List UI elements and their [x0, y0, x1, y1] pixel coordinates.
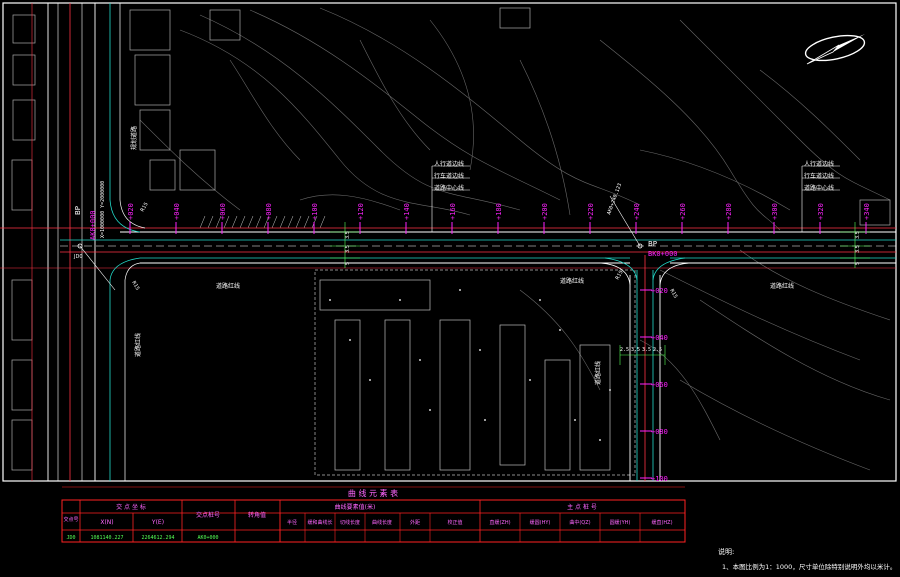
col-station-header: 交点桩号 [196, 511, 220, 519]
area-label: 道路红线 [594, 361, 602, 385]
col-y-header: Y(E) [151, 519, 164, 526]
station-label: +020 [127, 203, 135, 220]
col-coord-header: 交 点 坐 标 [116, 503, 146, 511]
branch-width-dim: 2.5 [620, 347, 629, 353]
station-label: +320 [817, 203, 825, 220]
col-x-header: X(N) [100, 519, 113, 526]
branch-width-dim: 3.5 [642, 347, 651, 353]
area-label: 规划道路 [130, 126, 138, 150]
col-elements-header: 曲线要素值(米) [335, 503, 376, 511]
notes-line-1: 1、本图比例为1：1000，尺寸单位除特别说明外均以米计。 [722, 562, 896, 571]
col-main-points-header: 主 点 桩 号 [567, 503, 597, 511]
element-header: 校正值 [447, 519, 462, 526]
width-dim: 5 [345, 262, 351, 265]
station-label: +180 [495, 203, 503, 220]
branch-chainage: BK0+000 [648, 250, 678, 258]
notes-title: 说明: [718, 547, 734, 556]
branch-station-label: +060 [651, 381, 668, 389]
element-header: 半径 [287, 519, 297, 526]
branch-station-label: +080 [651, 428, 668, 436]
branch-width-dim: 2.5 [653, 347, 662, 353]
station-label: +280 [725, 203, 733, 220]
branch-station-label: +040 [651, 334, 668, 342]
width-dim: 3.5 [855, 245, 861, 253]
jd0-label: JD0 [73, 254, 83, 260]
station-label: +140 [403, 203, 411, 220]
cad-drawing: +020 +040 +060 +080 +100 +120 +140 +160 +180 +200… [0, 0, 900, 577]
branch-bp: BP [648, 240, 657, 248]
width-dim: 3.5 [345, 231, 351, 239]
main-start-coord: X=1000000 Y=2000000 [100, 181, 106, 238]
station-label: +080 [265, 203, 273, 220]
cross-section-label: 道路中心线 [804, 184, 834, 192]
main-start-bp: BP [74, 206, 82, 215]
main-point-header: 缓圆(HY) [530, 519, 551, 526]
cross-section-label: 行车道边线 [434, 172, 464, 180]
width-dim: 3.5 [855, 231, 861, 239]
main-point-header: 直缓(ZH) [489, 519, 510, 526]
cross-section-label: 人行道边线 [434, 160, 464, 168]
area-label: 道路红线 [134, 333, 142, 357]
station-label: +040 [173, 203, 181, 220]
width-dim: 5 [855, 262, 861, 265]
main-point-header: 圆缓(YH) [610, 519, 631, 526]
station-label: +220 [587, 203, 595, 220]
row-station: AK0+000 [197, 535, 218, 541]
cross-section-label: 道路中心线 [434, 184, 464, 192]
col-jd-header: 交点号 [63, 516, 78, 523]
station-label: +200 [541, 203, 549, 220]
cross-section-label: 行车道边线 [804, 172, 834, 180]
row-jd: JD0 [66, 535, 75, 541]
area-label: 道路红线 [770, 282, 794, 290]
area-label: 道路红线 [560, 277, 584, 285]
station-label: +260 [679, 203, 687, 220]
row-x: 1081140.227 [90, 535, 123, 541]
element-header: 切线长度 [340, 519, 360, 526]
main-point-header: 缓直(HZ) [651, 519, 672, 526]
main-start-chainage: AK0+000 [89, 210, 97, 240]
element-header: 外距 [410, 519, 420, 526]
table-title: 曲 线 元 素 表 [348, 488, 398, 498]
element-header: 曲线长度 [372, 519, 392, 526]
branch-width-dim: 3.5 [631, 347, 640, 353]
width-dim: 3.5 [345, 245, 351, 253]
station-label: +160 [449, 203, 457, 220]
station-label: +240 [633, 203, 641, 220]
col-angle-header: 转角值 [248, 511, 266, 519]
cross-section-label: 人行道边线 [804, 160, 834, 168]
station-label: +060 [219, 203, 227, 220]
station-label: +340 [863, 203, 871, 220]
branch-station-label: +020 [651, 287, 668, 295]
main-point-header: 曲中(QZ) [569, 519, 590, 526]
row-y: 2264612.294 [141, 535, 174, 541]
station-label: +120 [357, 203, 365, 220]
area-label: 道路红线 [216, 282, 240, 290]
branch-station-label: +100 [651, 475, 668, 483]
element-header: 缓和曲线长 [307, 519, 332, 526]
station-label: +300 [771, 203, 779, 220]
station-label: +100 [311, 203, 319, 220]
